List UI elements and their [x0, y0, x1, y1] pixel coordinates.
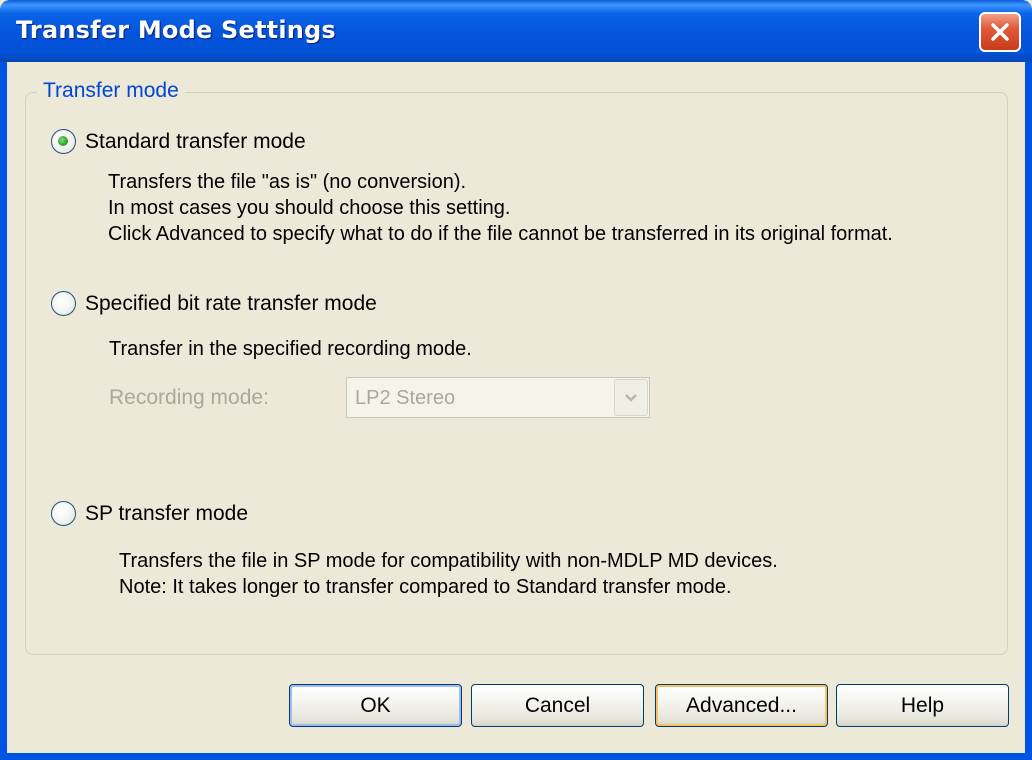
- chevron-down-icon: [625, 393, 637, 402]
- dropdown-button[interactable]: [614, 379, 648, 416]
- description-line: Transfer in the specified recording mode…: [109, 338, 472, 360]
- window-title: Transfer Mode Settings: [16, 16, 336, 44]
- description-line: In most cases you should choose this set…: [108, 197, 511, 219]
- recording-mode-value: LP2 Stereo: [355, 387, 456, 409]
- title-bar[interactable]: Transfer Mode Settings: [0, 0, 1032, 62]
- radio-button-checked[interactable]: [51, 129, 76, 154]
- radio-specified-bit-rate[interactable]: Specified bit rate transfer mode: [51, 291, 377, 316]
- help-button[interactable]: Help: [836, 684, 1009, 727]
- dialog-body: Transfer mode Standard transfer mode Tra…: [7, 62, 1025, 753]
- standard-description: Transfers the file "as is" (no conversio…: [108, 169, 893, 247]
- radio-label-bit-rate: Specified bit rate transfer mode: [85, 291, 377, 315]
- description-line: Click Advanced to specify what to do if …: [108, 223, 893, 245]
- radio-label-standard: Standard transfer mode: [85, 129, 306, 153]
- group-legend: Transfer mode: [37, 79, 185, 103]
- radio-button[interactable]: [51, 501, 76, 526]
- radio-button[interactable]: [51, 291, 76, 316]
- ok-button[interactable]: OK: [289, 684, 462, 727]
- radio-sp-transfer[interactable]: SP transfer mode: [51, 501, 248, 526]
- bit-rate-description: Transfer in the specified recording mode…: [109, 336, 472, 362]
- description-line: Transfers the file "as is" (no conversio…: [108, 171, 467, 193]
- advanced-button[interactable]: Advanced...: [655, 684, 828, 727]
- description-line: Transfers the file in SP mode for compat…: [119, 550, 778, 572]
- close-button[interactable]: [979, 12, 1021, 52]
- dialog-window: Transfer Mode Settings Transfer mode Sta…: [0, 0, 1032, 760]
- recording-mode-label: Recording mode:: [109, 386, 269, 409]
- recording-mode-select[interactable]: LP2 Stereo: [346, 377, 650, 418]
- sp-description: Transfers the file in SP mode for compat…: [119, 548, 778, 600]
- cancel-button[interactable]: Cancel: [471, 684, 644, 727]
- radio-standard-transfer[interactable]: Standard transfer mode: [51, 129, 306, 154]
- description-line: Note: It takes longer to transfer compar…: [119, 576, 732, 598]
- close-icon: [991, 23, 1009, 41]
- radio-label-sp: SP transfer mode: [85, 501, 249, 525]
